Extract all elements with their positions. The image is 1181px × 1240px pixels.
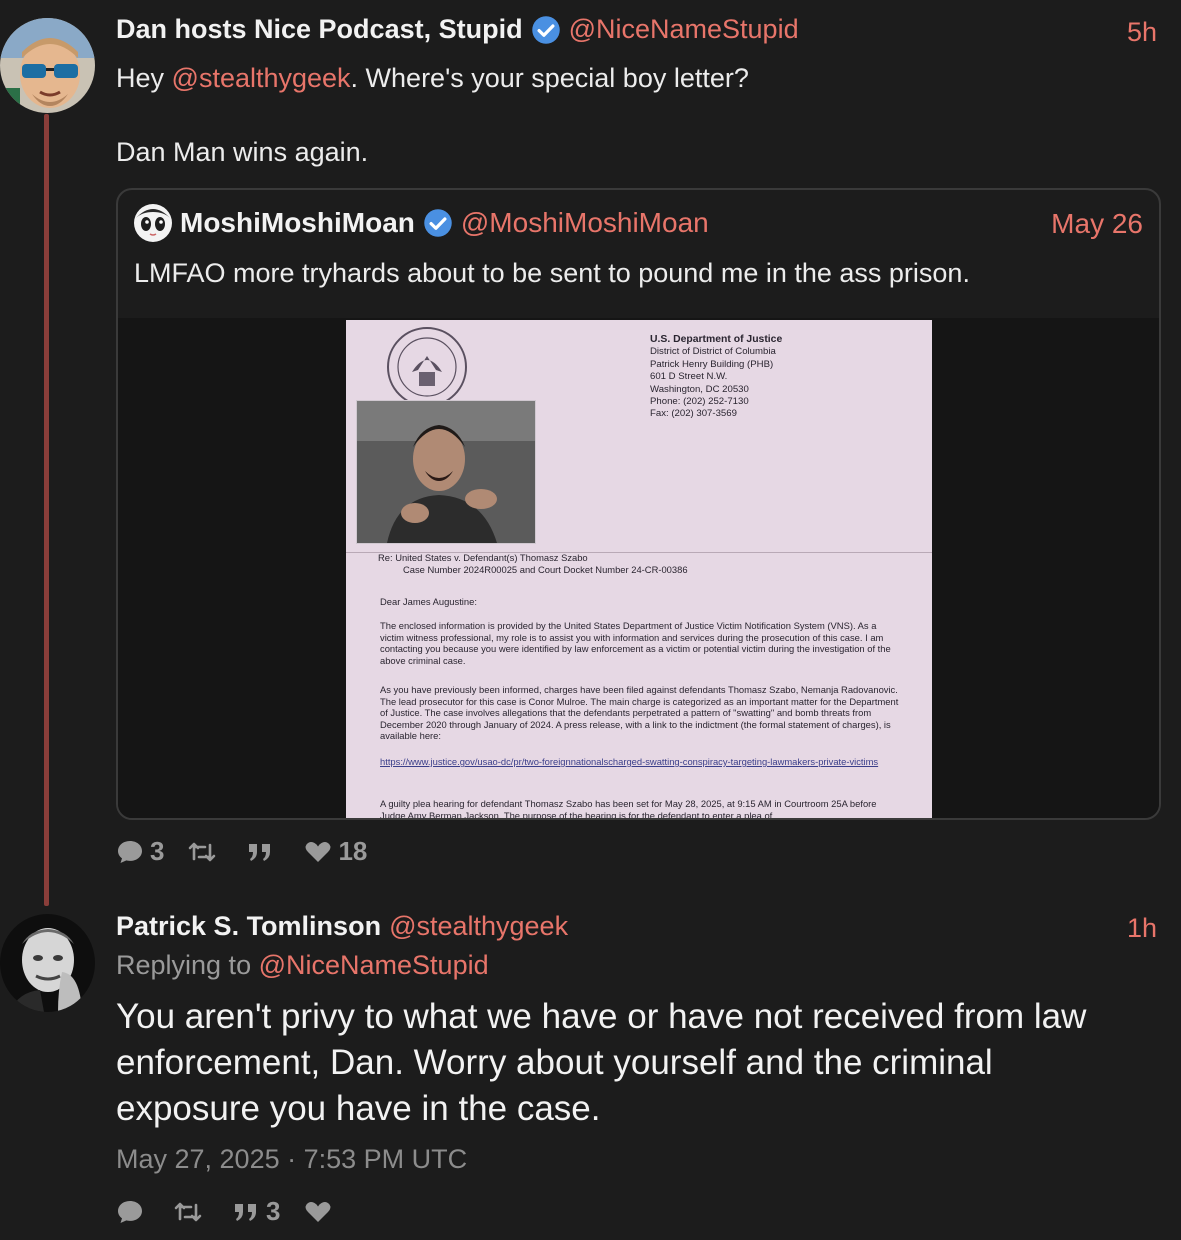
- tweet-date[interactable]: May 27, 2025 · 7:53 PM UTC: [116, 1144, 467, 1175]
- like-count: 18: [338, 836, 368, 866]
- laughing-man-icon: [357, 401, 535, 543]
- letterhead-line: Patrick Henry Building (PHB): [650, 358, 774, 370]
- letterhead-line: Fax: (202) 307-3569: [650, 408, 737, 420]
- quoted-tweet[interactable]: MoshiMoshiMoan @MoshiMoshiMoan May 26 LM…: [116, 188, 1161, 820]
- tweet-header: Dan hosts Nice Podcast, Stupid @NiceName…: [116, 14, 799, 45]
- letter-salutation: Dear James Augustine:: [380, 596, 477, 607]
- tweet-time[interactable]: 5h: [1127, 17, 1157, 48]
- tweet-actions: 3 18: [116, 836, 391, 867]
- letter-paragraph: A guilty plea hearing for defendant Thom…: [380, 798, 877, 818]
- quote-marks-icon: [235, 1203, 256, 1221]
- mention-link[interactable]: @stealthygeek: [172, 63, 351, 93]
- letterhead-line: Washington, DC 20530: [650, 383, 749, 395]
- quoted-handle[interactable]: @MoshiMoshiMoan: [461, 207, 709, 239]
- letter-re-line2: Case Number 2024R00025 and Court Docket …: [403, 564, 688, 575]
- letter-paragraph: The enclosed information is provided by …: [380, 620, 891, 666]
- doj-letter-image: U.S. Department of Justice District of D…: [346, 320, 932, 818]
- avatar[interactable]: [0, 914, 95, 1012]
- attached-image[interactable]: U.S. Department of Justice District of D…: [118, 318, 1159, 818]
- quoted-tweet-header: MoshiMoshiMoan @MoshiMoshiMoan: [134, 204, 709, 242]
- avatar[interactable]: [0, 18, 95, 113]
- tweet-text-part: . Where's your special boy letter?: [350, 63, 749, 93]
- reply-bubble-icon: [118, 840, 142, 863]
- tweet-text: You aren't privy to what we have or have…: [116, 997, 1087, 1128]
- avatar-cartoon-sunglasses-icon: [0, 18, 95, 113]
- letter-paragraph: As you have previously been informed, ch…: [380, 684, 899, 742]
- retweet-icon: [174, 1202, 202, 1221]
- replying-to-handle[interactable]: @NiceNameStupid: [259, 950, 489, 980]
- replying-to: Replying to @NiceNameStupid: [116, 950, 489, 981]
- letterhead-line: 601 D Street N.W.: [650, 371, 728, 383]
- quoted-text: LMFAO more tryhards about to be sent to …: [134, 258, 970, 288]
- display-name[interactable]: Dan hosts Nice Podcast, Stupid: [116, 14, 523, 45]
- letter-press-release-link: https://www.justice.gov/usao-dc/pr/two-f…: [380, 756, 879, 767]
- letter-re-line1: Re: United States v. Defendant(s) Thomas…: [378, 552, 588, 563]
- avatar-bw-portrait-icon: [0, 914, 95, 1012]
- letterhead-line: District of District of Columbia: [650, 346, 776, 358]
- replying-label: Replying to: [116, 950, 259, 980]
- reply-count: 3: [150, 836, 165, 866]
- like-button[interactable]: 18: [304, 836, 367, 867]
- tweet-text-part: Hey: [116, 63, 172, 93]
- quoted-time[interactable]: May 26: [1051, 208, 1143, 240]
- tweet-actions: 3: [116, 1196, 362, 1227]
- reply-button[interactable]: [116, 1199, 150, 1225]
- heart-icon: [306, 1201, 331, 1222]
- heart-icon: [306, 841, 331, 862]
- tweet-text: Hey @stealthygeek. Where's your special …: [116, 60, 749, 96]
- like-button[interactable]: [304, 1200, 338, 1224]
- reply-button[interactable]: 3: [116, 836, 164, 867]
- quote-button[interactable]: 3: [232, 1196, 280, 1227]
- letterhead-dept: U.S. Department of Justice: [650, 334, 783, 345]
- letterhead-line: Phone: (202) 252-7130: [650, 396, 749, 408]
- doj-seal-icon: [387, 327, 467, 407]
- display-name[interactable]: Patrick S. Tomlinson: [116, 911, 381, 942]
- quoted-display-name[interactable]: MoshiMoshiMoan: [180, 207, 415, 239]
- thread-connector: [44, 114, 49, 906]
- laughing-man-photo: [356, 400, 536, 544]
- user-handle[interactable]: @NiceNameStupid: [569, 14, 799, 45]
- letterhead-address: U.S. Department of Justice District of D…: [650, 334, 782, 421]
- verified-badge-icon: [531, 15, 560, 44]
- user-handle[interactable]: @stealthygeek: [389, 911, 568, 942]
- quote-marks-icon: [249, 843, 271, 861]
- quote-count: 3: [266, 1196, 281, 1226]
- tweet-time[interactable]: 1h: [1127, 913, 1157, 944]
- quote-button[interactable]: [246, 841, 280, 863]
- retweet-button[interactable]: [174, 1200, 208, 1224]
- reply-bubble-icon: [118, 1200, 142, 1223]
- tweet-text-line2: Dan Man wins again.: [116, 137, 369, 167]
- quoted-avatar-anime-face-icon[interactable]: [134, 204, 172, 242]
- retweet-button[interactable]: [188, 840, 222, 864]
- verified-badge-icon: [424, 209, 452, 237]
- tweet-header: Patrick S. Tomlinson @stealthygeek: [116, 911, 568, 942]
- retweet-icon: [189, 842, 216, 861]
